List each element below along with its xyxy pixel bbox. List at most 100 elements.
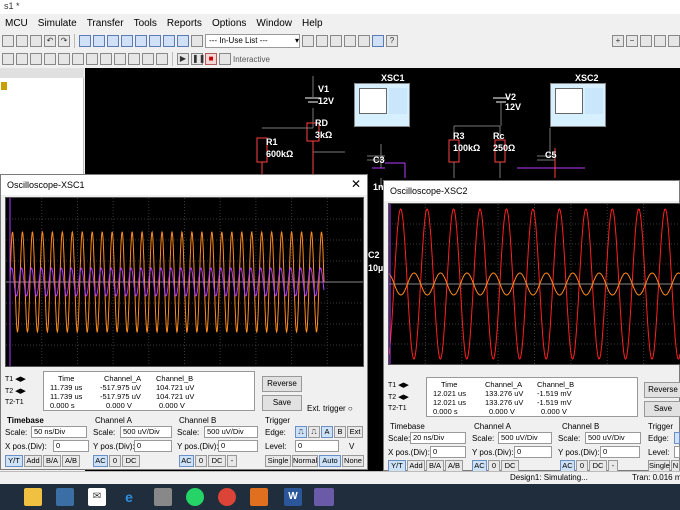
indicator-icon[interactable] [128, 53, 140, 65]
transfer-icon[interactable] [330, 35, 342, 47]
osc1-trig-b[interactable]: B [334, 426, 346, 438]
search-icon[interactable] [358, 35, 370, 47]
rising-edge-icon[interactable]: ⎍ [295, 426, 307, 438]
osc1-chb-minus[interactable]: - [227, 455, 237, 467]
misc-digital-icon[interactable] [100, 53, 112, 65]
misc-icon[interactable] [156, 53, 168, 65]
transistor-icon[interactable] [44, 53, 56, 65]
osc1-trig-a[interactable]: A [321, 426, 333, 438]
oscilloscope-xsc1-symbol[interactable] [354, 83, 410, 127]
probe-icon[interactable] [302, 35, 314, 47]
analog-icon[interactable] [58, 53, 70, 65]
osc2-chb-ypos[interactable]: 0 [600, 446, 640, 458]
cursor-arrows-icon[interactable]: ◀▶ [15, 388, 26, 395]
menu-tools[interactable]: Tools [129, 18, 162, 29]
copy-icon[interactable] [16, 35, 28, 47]
menu-window[interactable]: Window [251, 18, 297, 29]
rising-edge-icon[interactable] [674, 432, 680, 444]
photos-icon[interactable] [154, 488, 172, 506]
design-toolbox-tabs[interactable] [0, 68, 84, 78]
osc2-cha-scale[interactable]: 500 uV/Div [498, 432, 552, 444]
osc1-cha-dc[interactable]: DC [122, 455, 140, 467]
file-explorer-icon[interactable] [24, 488, 42, 506]
mixed-icon[interactable] [114, 53, 126, 65]
basic-icon[interactable] [16, 53, 28, 65]
oscilloscope-xsc2-symbol[interactable] [550, 83, 606, 127]
osc1-ab-button[interactable]: A/B [62, 455, 80, 467]
menu-transfer[interactable]: Transfer [82, 18, 129, 29]
osc2-timebase-scale[interactable]: 20 ns/Div [410, 432, 466, 444]
interactive-label[interactable]: Interactive [233, 55, 270, 64]
redo-icon[interactable]: ↷ [58, 35, 70, 47]
menu-simulate[interactable]: Simulate [33, 18, 82, 29]
cursor-arrows-icon[interactable]: ◀▶ [398, 394, 409, 401]
osc1-save-button[interactable]: Save [262, 395, 302, 411]
multisim-taskbar-icon[interactable] [314, 488, 334, 506]
osc1-add-button[interactable]: Add [24, 455, 42, 467]
osc1-chb-ypos[interactable]: 0 [218, 440, 258, 452]
osc2-reverse-button[interactable]: Reverse [644, 382, 680, 398]
whatsapp-icon[interactable] [186, 488, 204, 506]
forward-icon[interactable] [344, 35, 356, 47]
osc2-chb-scale[interactable]: 500 uV/Div [585, 432, 641, 444]
power-icon[interactable] [142, 53, 154, 65]
close-icon[interactable]: ✕ [351, 177, 361, 191]
source-icon[interactable] [2, 53, 14, 65]
osc1-cha-scale[interactable]: 500 uV/Div [120, 426, 172, 438]
edge-browser-icon[interactable]: e [120, 488, 138, 506]
osc2-save-button[interactable]: Save [644, 401, 680, 417]
database-icon[interactable] [121, 35, 133, 47]
osc1-cha-zero[interactable]: 0 [109, 455, 121, 467]
store-icon[interactable] [56, 488, 74, 506]
postprocessor-icon[interactable] [135, 35, 147, 47]
osc2-level-input[interactable] [674, 446, 680, 458]
osc1-trig-ext[interactable]: Ext [347, 426, 363, 438]
paste-icon[interactable] [30, 35, 42, 47]
spreadsheet-icon[interactable] [93, 35, 105, 47]
zoom-out-icon[interactable]: − [626, 35, 638, 47]
component-icon[interactable] [191, 35, 203, 47]
osc1-chb-zero[interactable]: 0 [195, 455, 207, 467]
pause-icon[interactable]: ❚❚ [191, 53, 205, 65]
menu-mcu[interactable]: MCU [0, 18, 33, 29]
radio-icon[interactable]: ○ [348, 404, 353, 413]
breadboard-icon[interactable] [149, 35, 161, 47]
folder-icon[interactable] [1, 82, 7, 90]
stop-icon[interactable]: ■ [205, 53, 217, 65]
menu-options[interactable]: Options [207, 18, 251, 29]
menu-help[interactable]: Help [297, 18, 328, 29]
osc2-xpos-input[interactable]: 0 [430, 446, 466, 458]
osc1-normal-button[interactable]: Normal [292, 455, 318, 467]
osc1-cha-ac[interactable]: AC [93, 455, 108, 467]
cursor-arrows-icon[interactable]: ◀▶ [398, 382, 409, 389]
mail-icon[interactable]: ✉ [88, 488, 106, 506]
ttl-icon[interactable] [72, 53, 84, 65]
osc1-yt-button[interactable]: Y/T [5, 455, 23, 467]
zoom-in-icon[interactable]: + [612, 35, 624, 47]
diode-icon[interactable] [30, 53, 42, 65]
chrome-icon[interactable] [218, 488, 236, 506]
osc1-single-button[interactable]: Single [265, 455, 291, 467]
undo-icon[interactable]: ↶ [44, 35, 56, 47]
layout-icon[interactable] [177, 35, 189, 47]
word-icon[interactable]: W [284, 488, 302, 506]
osc1-cha-ypos[interactable]: 0 [134, 440, 172, 452]
osc1-reverse-button[interactable]: Reverse [262, 376, 302, 392]
run-icon[interactable]: ▶ [177, 53, 189, 65]
design-toolbox-icon[interactable] [79, 35, 91, 47]
erc-icon[interactable] [163, 35, 175, 47]
osc1-level-input[interactable]: 0 [295, 440, 339, 452]
osc1-none-button[interactable]: None [342, 455, 364, 467]
osc2-cha-ypos[interactable]: 0 [514, 446, 552, 458]
osc1-chb-ac[interactable]: AC [179, 455, 194, 467]
osc1-auto-button[interactable]: Auto [319, 455, 341, 467]
falling-edge-icon[interactable]: ⎍ [308, 426, 320, 438]
cut-icon[interactable] [2, 35, 14, 47]
osc1-timebase-scale[interactable]: 50 ns/Div [31, 426, 87, 438]
zoom-fit-icon[interactable] [654, 35, 666, 47]
cmos-icon[interactable] [86, 53, 98, 65]
measure-icon[interactable] [316, 35, 328, 47]
full-screen-icon[interactable] [668, 35, 680, 47]
grapher-icon[interactable] [107, 35, 119, 47]
menu-reports[interactable]: Reports [162, 18, 207, 29]
